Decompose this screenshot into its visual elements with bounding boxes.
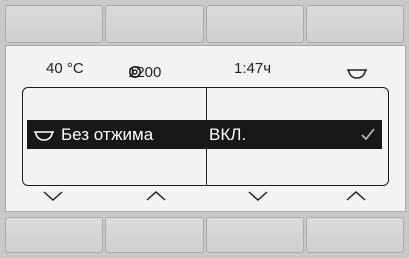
status-bar: 40 °C 1200 1:47ч [6, 56, 405, 82]
spin-option[interactable]: Без отжима [27, 120, 203, 149]
option-selector: Без отжима ВКЛ. [22, 87, 389, 186]
display-screen: 40 °C 1200 1:47ч Без отжима ВКЛ. [5, 45, 406, 212]
top-button-4[interactable] [305, 5, 404, 43]
temperature-readout: 40 °C [46, 60, 84, 77]
top-button-row [5, 5, 404, 43]
chevron-down-icon[interactable] [41, 188, 65, 204]
basin-icon [346, 66, 368, 83]
selected-option-band[interactable]: Без отжима ВКЛ. [27, 120, 382, 149]
spin-option-label: Без отжима [61, 124, 154, 144]
device-frame: 40 °C 1200 1:47ч Без отжима ВКЛ. [0, 0, 409, 258]
bottom-button-row [5, 217, 404, 253]
bottom-button-4[interactable] [305, 217, 404, 253]
state-option-label: ВКЛ. [209, 124, 247, 144]
spin-icon [128, 64, 142, 80]
top-button-1[interactable] [5, 5, 104, 43]
check-icon [360, 126, 376, 142]
top-button-3[interactable] [205, 5, 304, 43]
bottom-button-1[interactable] [5, 217, 104, 253]
chevron-up-icon[interactable] [344, 188, 368, 204]
chevron-down-icon[interactable] [246, 188, 270, 204]
chevron-up-icon[interactable] [144, 188, 168, 204]
bottom-button-2[interactable] [105, 217, 204, 253]
top-button-2[interactable] [105, 5, 204, 43]
basin-icon [33, 129, 55, 141]
state-option[interactable]: ВКЛ. [207, 120, 382, 149]
duration-readout: 1:47ч [234, 60, 272, 77]
chevron-row [6, 188, 405, 208]
bottom-button-3[interactable] [205, 217, 304, 253]
